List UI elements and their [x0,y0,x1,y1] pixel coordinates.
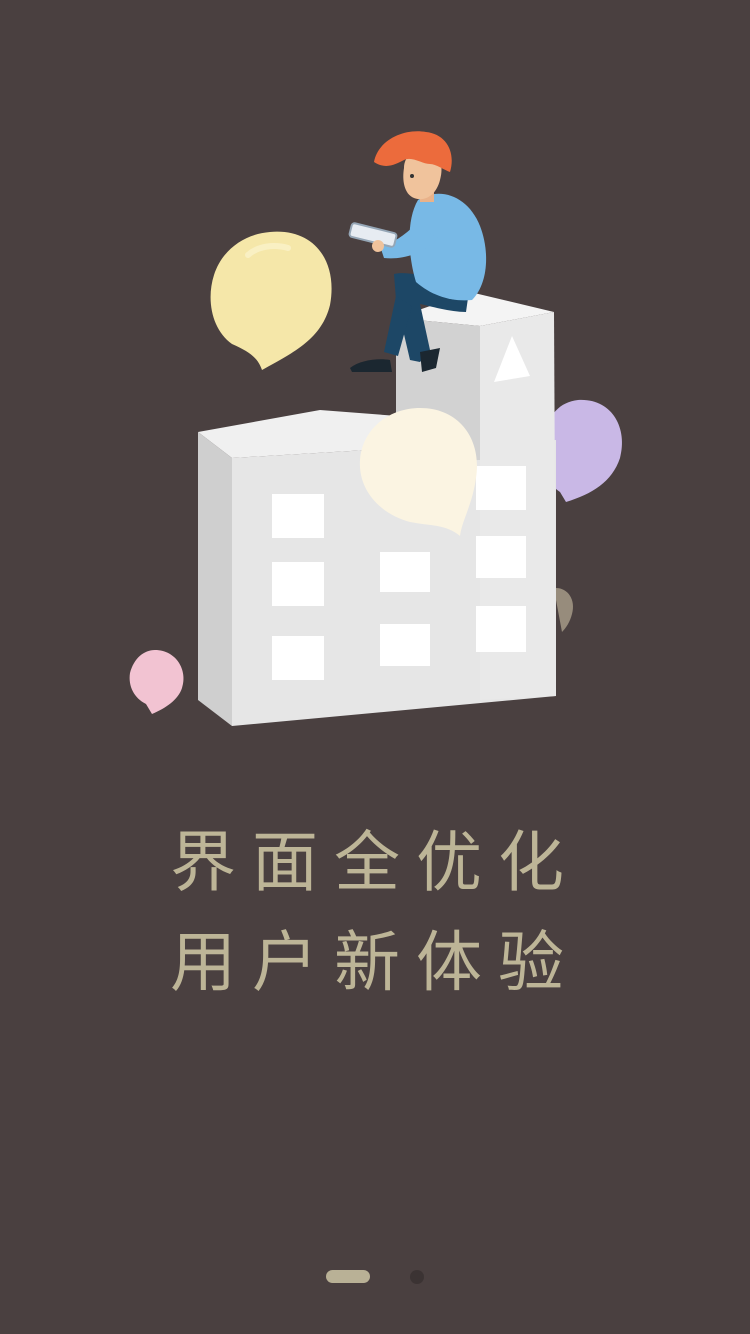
taupe-balloon [556,588,574,632]
yellow-balloon [210,231,332,370]
building [198,292,556,726]
page-dot-inactive[interactable] [410,1270,424,1284]
person-on-building-illustration [129,131,623,726]
onboarding-screen[interactable]: 界面全优化 用户新体验 [0,0,750,1334]
pink-balloon [129,650,184,714]
headline-line-1: 界面全优化 [170,824,580,901]
page-dot-active[interactable] [326,1270,370,1283]
headline-line-2: 用户新体验 [170,924,580,1001]
page-indicator [0,1270,750,1284]
